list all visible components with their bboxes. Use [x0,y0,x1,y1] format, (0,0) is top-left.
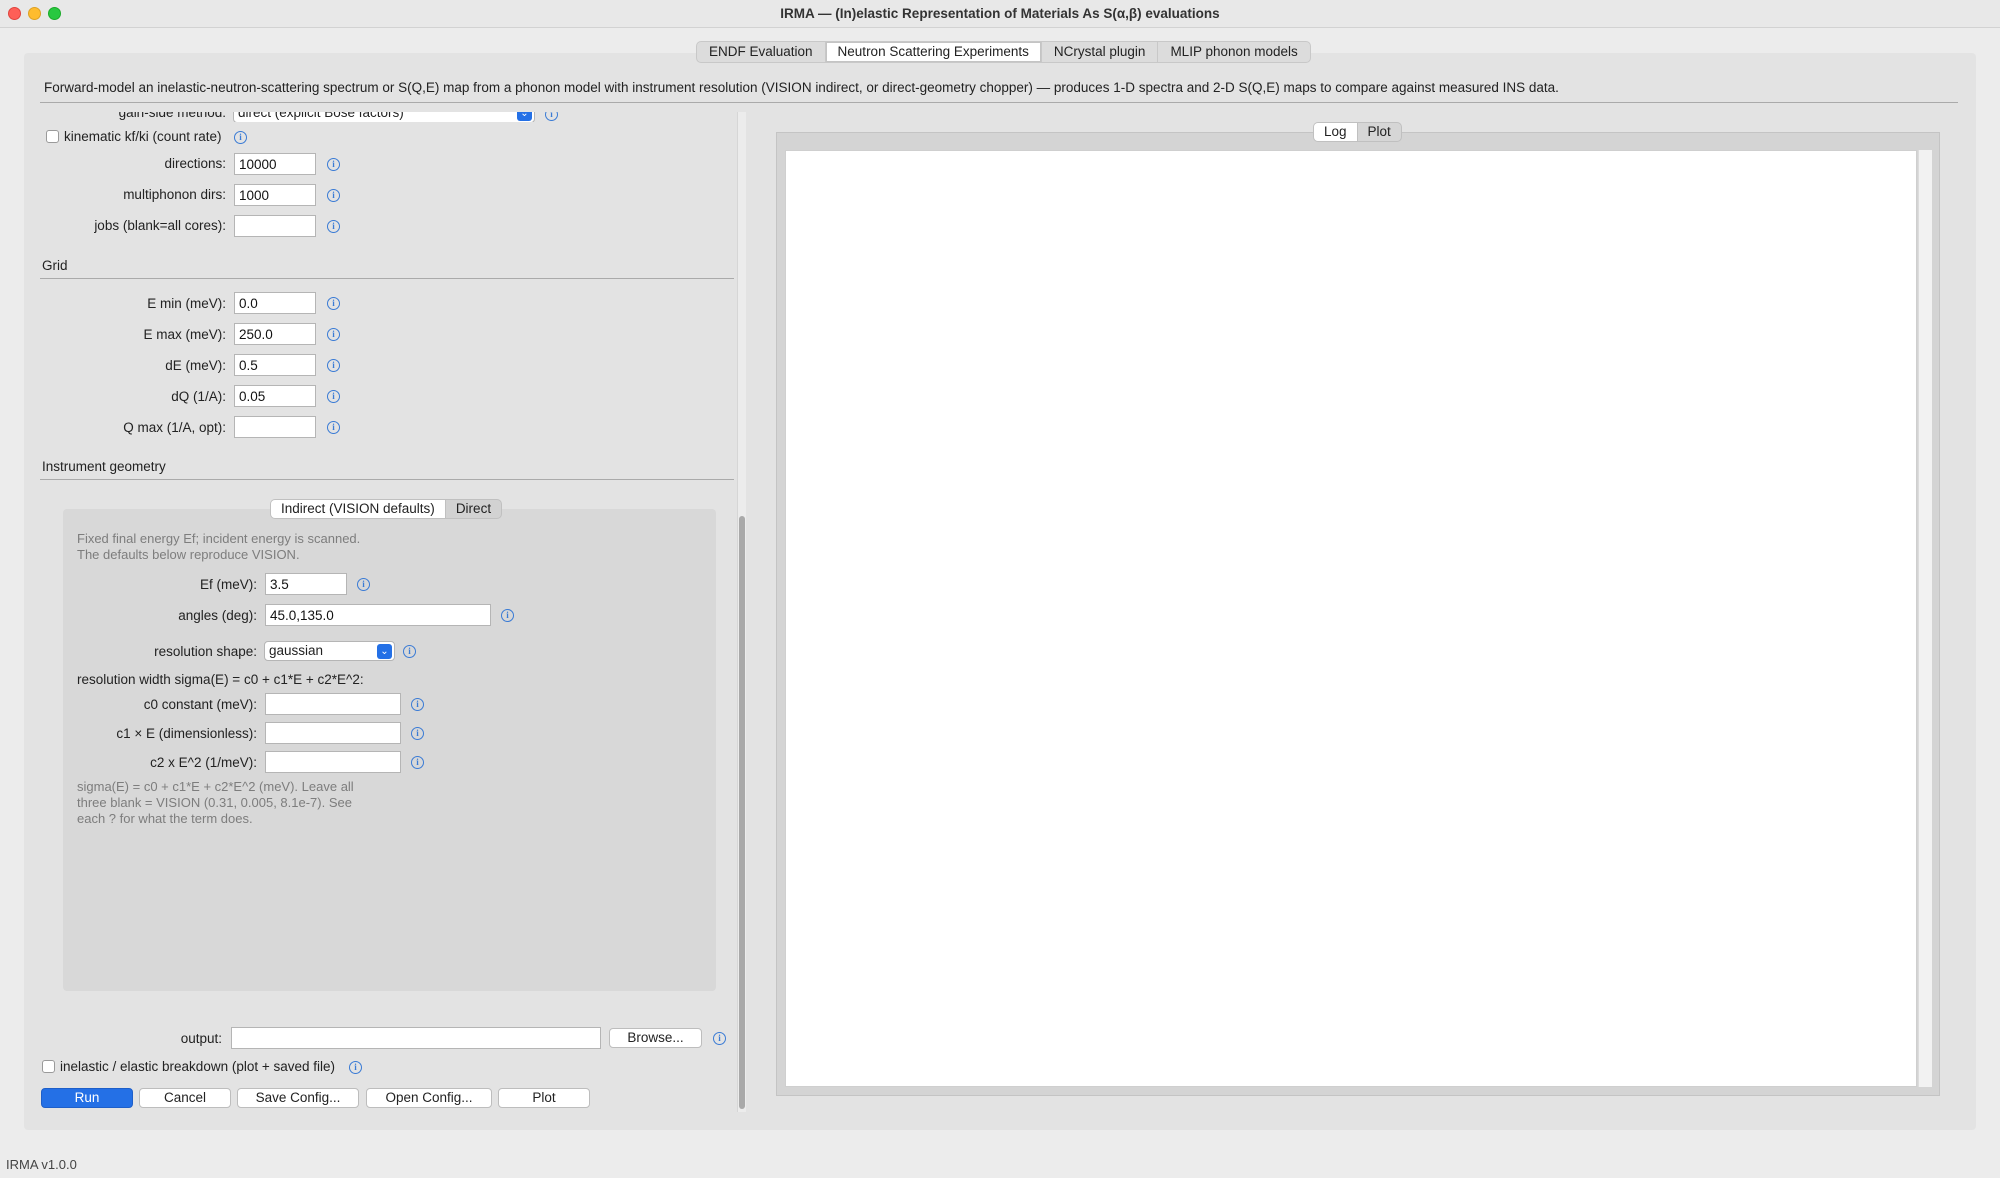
chevron-down-icon: ⌄ [377,644,392,659]
qmax-label: Q max (1/A, opt): [123,420,226,435]
angles-input[interactable] [265,604,491,626]
emin-input[interactable] [234,292,316,314]
angles-label: angles (deg): [178,608,257,623]
resolution-shape-value: gaussian [269,643,324,658]
tab-endf-evaluation[interactable]: ENDF Evaluation [697,42,826,62]
kinematic-label: kinematic kf/ki (count rate) [64,129,222,144]
c0-input[interactable] [265,693,401,715]
multiphonon-label: multiphonon dirs: [123,187,226,202]
c2-label: c2 x E^2 (1/meV): [150,755,257,770]
gain-side-value: direct (explicit Bose factors) [238,112,404,120]
ef-label: Ef (meV): [199,577,257,592]
grid-section-title: Grid [42,258,68,273]
dq-label: dQ (1/A): [171,389,226,404]
instrument-note-line2: The defaults below reproduce VISION. [77,547,300,562]
info-icon[interactable]: i [411,756,424,769]
qmax-input[interactable] [234,416,316,438]
divider [40,102,1958,103]
gain-side-select[interactable]: direct (explicit Bose factors) ⌄ [233,112,535,122]
output-input[interactable] [231,1027,601,1049]
info-icon[interactable]: i [411,727,424,740]
info-icon[interactable]: i [403,645,416,658]
info-icon[interactable]: i [327,158,340,171]
divider [40,479,734,480]
output-tabs: Log Plot [1313,122,1402,142]
cancel-button[interactable]: Cancel [139,1088,231,1108]
emax-input[interactable] [234,323,316,345]
title-bar: IRMA — (In)elastic Representation of Mat… [0,0,2000,28]
run-button[interactable]: Run [41,1088,133,1108]
open-config-button[interactable]: Open Config... [366,1088,492,1108]
resolution-shape-select[interactable]: gaussian ⌄ [264,641,395,661]
info-icon[interactable]: i [327,189,340,202]
jobs-label: jobs (blank=all cores): [94,218,226,233]
tab-indirect[interactable]: Indirect (VISION defaults) [271,500,446,518]
resolution-shape-label: resolution shape: [154,644,257,659]
jobs-input[interactable] [234,215,316,237]
de-label: dE (meV): [165,358,226,373]
window-title: IRMA — (In)elastic Representation of Mat… [780,6,1220,21]
info-icon[interactable]: i [349,1061,362,1074]
status-bar-version: IRMA v1.0.0 [6,1157,77,1172]
instrument-note-line1: Fixed final energy Ef; incident energy i… [77,531,361,546]
breakdown-checkbox[interactable] [42,1060,55,1073]
directions-input[interactable] [234,153,316,175]
info-icon[interactable]: i [327,359,340,372]
chevron-down-icon: ⌄ [517,112,532,121]
tab-ncrystal-plugin[interactable]: NCrystal plugin [1042,42,1159,62]
info-icon[interactable]: i [501,609,514,622]
c1-label: c1 × E (dimensionless): [116,726,257,741]
left-scrollbar-thumb[interactable] [739,516,745,1109]
dq-input[interactable] [234,385,316,407]
tab-plot[interactable]: Plot [1358,123,1401,141]
tab-log[interactable]: Log [1314,123,1358,141]
resolution-width-label: resolution width sigma(E) = c0 + c1*E + … [77,672,364,687]
plot-button[interactable]: Plot [498,1088,590,1108]
browse-button[interactable]: Browse... [609,1028,702,1048]
instrument-section-title: Instrument geometry [42,459,166,474]
emax-label: E max (meV): [143,327,226,342]
output-label: output: [180,1031,222,1046]
de-input[interactable] [234,354,316,376]
info-icon[interactable]: i [357,578,370,591]
c2-input[interactable] [265,751,401,773]
kinematic-checkbox[interactable] [46,130,59,143]
info-icon[interactable]: i [411,698,424,711]
breakdown-label: inelastic / elastic breakdown (plot + sa… [60,1059,336,1074]
resolution-help-line2: three blank = VISION (0.31, 0.005, 8.1e-… [77,795,352,810]
page-description: Forward-model an inelastic-neutron-scatt… [44,80,1559,95]
instrument-mode-tabs: Indirect (VISION defaults) Direct [270,499,503,519]
info-icon[interactable]: i [327,421,340,434]
gain-side-row-clipped: gain-side method: direct (explicit Bose … [40,112,600,122]
info-icon[interactable]: i [327,328,340,341]
divider [40,278,734,279]
c1-input[interactable] [265,722,401,744]
save-config-button[interactable]: Save Config... [237,1088,359,1108]
c0-label: c0 constant (meV): [143,697,257,712]
main-tabbar: ENDF Evaluation Neutron Scattering Exper… [696,41,1311,63]
resolution-help-line3: each ? for what the term does. [77,811,253,826]
log-scrollbar[interactable] [1918,150,1932,1087]
info-icon[interactable]: i [327,220,340,233]
tab-direct[interactable]: Direct [446,500,501,518]
ef-input[interactable] [265,573,347,595]
tab-mlip-phonon-models[interactable]: MLIP phonon models [1158,42,1309,62]
tab-neutron-scattering-experiments[interactable]: Neutron Scattering Experiments [825,42,1042,62]
info-icon[interactable]: i [327,390,340,403]
emin-label: E min (meV): [147,296,226,311]
directions-label: directions: [164,156,226,171]
gain-side-label: gain-side method: [118,112,226,120]
info-icon[interactable]: i [234,131,247,144]
resolution-help-line1: sigma(E) = c0 + c1*E + c2*E^2 (meV). Lea… [77,779,354,794]
multiphonon-input[interactable] [234,184,316,206]
info-icon[interactable]: i [713,1032,726,1045]
info-icon[interactable]: i [327,297,340,310]
info-icon[interactable]: i [545,112,558,121]
log-text-area[interactable] [785,150,1917,1087]
